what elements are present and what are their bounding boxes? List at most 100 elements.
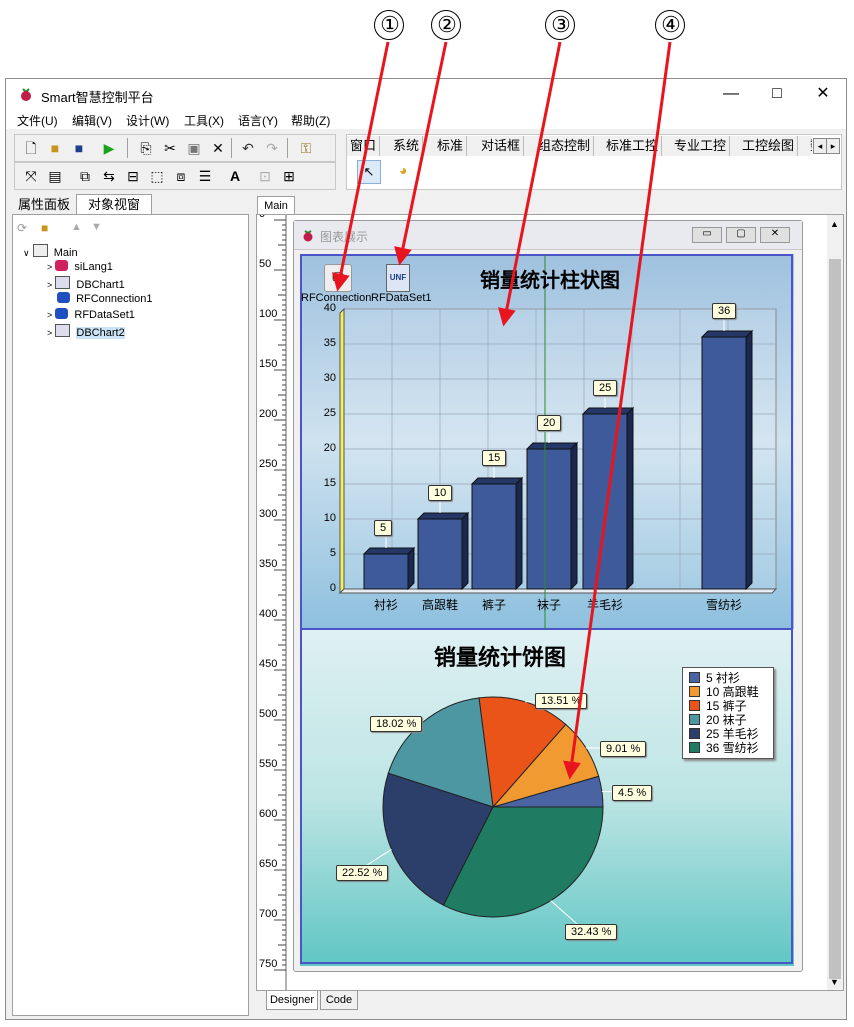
bar-category-label: 衬衫: [373, 598, 398, 612]
folder-icon[interactable]: ■: [41, 221, 48, 235]
menu-edit[interactable]: 编辑(V): [72, 112, 112, 129]
tab-property-panel[interactable]: 属性面板: [14, 196, 74, 214]
bar-side: [515, 476, 523, 591]
bar: [526, 448, 572, 590]
open-folder-icon[interactable]: ■: [46, 139, 64, 157]
tree-root[interactable]: ∨ Main: [23, 244, 78, 259]
move-up-icon[interactable]: ▲: [71, 221, 82, 233]
maximize-button[interactable]: □: [754, 79, 800, 109]
scroll-left-icon[interactable]: ◂: [813, 138, 827, 154]
form-title: 图表展示: [320, 230, 369, 244]
copy-icon[interactable]: ⎘: [137, 139, 155, 157]
paste-icon[interactable]: ▣: [185, 139, 203, 157]
palette-component-icon[interactable]: ◕: [399, 162, 407, 178]
align-icon[interactable]: ⊟: [124, 167, 142, 185]
tree-item-silang1[interactable]: > siLang1: [47, 260, 113, 275]
bring-front-icon[interactable]: ⧉: [76, 167, 94, 185]
scroll-right-icon[interactable]: ▸: [826, 138, 840, 154]
bar-ytick-label: 20: [323, 442, 336, 454]
pie-legend: 5 衬衫 10 高跟鞋 15 裤子 20 袜子 25 羊毛衫 36 雪纺衫: [682, 667, 774, 759]
vertical-scrollbar[interactable]: ▲ ▼: [827, 215, 843, 990]
rfconnection-icon[interactable]: ⛁: [324, 264, 352, 292]
scrollbar-thumb[interactable]: [829, 259, 841, 979]
form-maximize-button[interactable]: ▢: [726, 227, 756, 243]
legend-swatch: [689, 686, 700, 697]
new-file-icon[interactable]: 🗋: [22, 139, 40, 157]
redo-icon[interactable]: ↷: [263, 139, 281, 157]
tree-item-dbchart2[interactable]: > DBChart2: [47, 324, 125, 339]
fit-icon[interactable]: ⤧: [22, 167, 40, 185]
bar-ytick-label: 40: [323, 302, 336, 314]
menu-help[interactable]: 帮助(Z): [291, 112, 330, 129]
key-icon[interactable]: ⚿: [297, 139, 315, 157]
menu-design[interactable]: 设计(W): [126, 112, 169, 129]
tree-item-rfdataset1[interactable]: > RFDataSet1: [47, 308, 135, 323]
bar-value-label: 20: [537, 415, 562, 431]
palette-tab-scada[interactable]: 组态控制: [535, 136, 595, 156]
palette-tab-standard[interactable]: 标准: [434, 136, 468, 156]
pie-percent-label: 13.51 %: [535, 693, 588, 709]
palette-tab-more[interactable]: 数: [807, 136, 812, 156]
cut-icon[interactable]: ✂: [161, 139, 179, 157]
distribute-icon[interactable]: ☰: [196, 167, 214, 185]
select-all-icon[interactable]: ⬚: [148, 167, 166, 185]
bar-value-label: 10: [428, 485, 453, 501]
bar-top: [470, 477, 524, 485]
delete-icon[interactable]: ✕: [209, 139, 227, 157]
palette-tab-dialog[interactable]: 对话框: [478, 136, 525, 156]
scroll-down-icon[interactable]: ▼: [830, 977, 839, 987]
menu-bar: 文件(U) 编辑(V) 设计(W) 工具(X) 语言(Y) 帮助(Z): [6, 109, 846, 129]
legend-item: 10 高跟鞋: [689, 686, 759, 699]
form-window[interactable]: 图表展示 ▭ ▢ ✕ 销量统计柱状图 销量统计饼图 ⛁ UNF RFConnec…: [293, 220, 803, 972]
form-minimize-button[interactable]: ▭: [692, 227, 722, 243]
bar: [701, 336, 747, 590]
bar-ytick-label: 0: [329, 582, 336, 594]
ruler-label: 200: [259, 408, 278, 420]
menu-file[interactable]: 文件(U): [17, 112, 58, 129]
form-close-button[interactable]: ✕: [760, 227, 790, 243]
tree-item-rfconnection1[interactable]: RFConnection1: [57, 292, 153, 307]
group-icon[interactable]: ⧈: [172, 167, 190, 185]
rfdataset-icon[interactable]: UNF: [386, 264, 410, 292]
palette-tab-std-control[interactable]: 标准工控: [603, 136, 663, 156]
chart-icon: [55, 276, 71, 289]
palette-tab-window[interactable]: 窗口: [347, 136, 381, 156]
save-icon[interactable]: ■: [70, 139, 88, 157]
legend-swatch: [689, 672, 700, 683]
legend-item: 15 裤子: [689, 700, 747, 713]
menu-language[interactable]: 语言(Y): [238, 112, 278, 129]
palette-tabs: 窗口 系统 标准 对话框 组态控制 标准工控 专业工控 工控绘图 数: [347, 136, 812, 156]
run-icon[interactable]: ▶: [100, 139, 118, 157]
tab-main[interactable]: Main: [257, 196, 295, 215]
chevron-right-icon: >: [47, 310, 53, 320]
ruler-label: 0: [259, 214, 266, 220]
tab-object-view[interactable]: 对象视窗: [76, 194, 152, 215]
menu-tools[interactable]: 工具(X): [184, 112, 224, 129]
font-icon[interactable]: A: [226, 167, 244, 185]
ruler-label: 50: [259, 258, 272, 270]
palette-tab-drawing[interactable]: 工控绘图: [739, 136, 799, 156]
tab-designer[interactable]: Designer: [266, 991, 318, 1010]
tab-order-icon[interactable]: ⊡: [256, 167, 274, 185]
scroll-up-icon[interactable]: ▲: [830, 219, 839, 229]
tree-item-dbchart1[interactable]: > DBChart1: [47, 276, 125, 291]
minimize-button[interactable]: —: [708, 79, 754, 109]
tab-code[interactable]: Code: [320, 991, 358, 1010]
close-button[interactable]: ✕: [800, 79, 846, 109]
palette-tab-system[interactable]: 系统: [390, 136, 424, 156]
page-icon[interactable]: ▤: [46, 167, 64, 185]
pointer-icon[interactable]: ↖: [357, 160, 381, 184]
undo-icon[interactable]: ↶: [239, 139, 257, 157]
legend-swatch: [689, 742, 700, 753]
object-tree-panel: ⟳ ■ ▲ ▼ ∨ Main > siLang1 > DBChart1 RFCo…: [12, 214, 249, 1016]
refresh-icon[interactable]: ⟳: [17, 221, 27, 235]
move-down-icon[interactable]: ▼: [91, 221, 102, 233]
ruler-label: 600: [259, 808, 278, 820]
bar-ytick-label: 30: [323, 372, 336, 384]
palette-tab-pro-control[interactable]: 专业工控: [671, 136, 731, 156]
legend-label: 15 裤子: [706, 699, 747, 713]
pie-chart-title: 销量统计饼图: [433, 645, 566, 670]
align-left-icon[interactable]: ⇆: [100, 167, 118, 185]
grid-icon[interactable]: ⊞: [280, 167, 298, 185]
raspberry-icon: [21, 88, 31, 101]
